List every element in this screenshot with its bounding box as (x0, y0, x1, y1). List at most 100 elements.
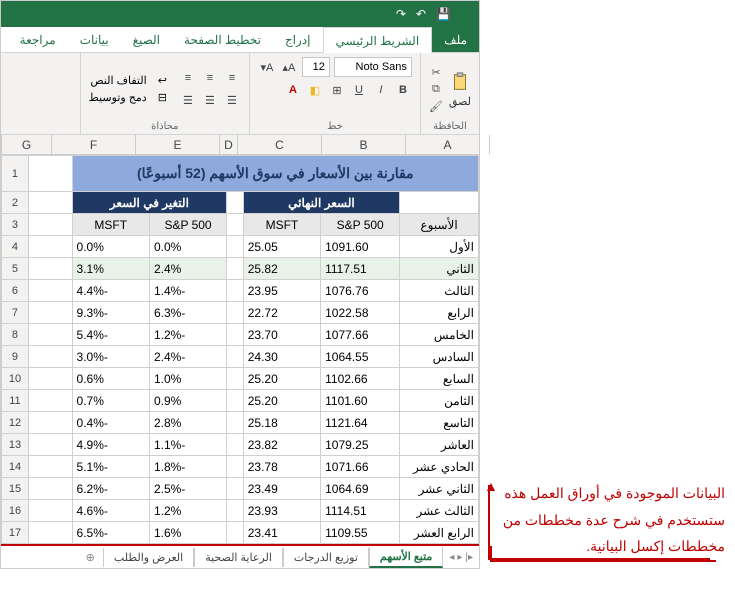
row-header[interactable]: 3 (2, 214, 29, 236)
cell[interactable]: 1117.51 (321, 258, 400, 280)
row-header[interactable]: 5 (2, 258, 29, 280)
col-header-E[interactable]: E (136, 135, 220, 154)
cell[interactable]: 24.30 (243, 346, 320, 368)
cell[interactable]: 23.41 (243, 522, 320, 544)
cell[interactable]: الخامس (400, 324, 479, 346)
cell[interactable]: 1064.55 (321, 346, 400, 368)
cell[interactable]: الثالث (400, 280, 479, 302)
tab-data[interactable]: بيانات (68, 27, 121, 52)
align-center-icon[interactable]: ☰ (201, 91, 219, 109)
cell[interactable]: 1077.66 (321, 324, 400, 346)
cell[interactable]: -1.2% (149, 324, 226, 346)
align-right-icon[interactable]: ☰ (223, 91, 241, 109)
cell[interactable]: 0.0% (72, 236, 149, 258)
cell[interactable]: S&P 500 (321, 214, 400, 236)
sheet-tab-grades[interactable]: توزيع الدرجات (283, 548, 369, 567)
cell[interactable]: السابع (400, 368, 479, 390)
cell[interactable]: الرابع العشر (400, 522, 479, 544)
cell[interactable]: 1071.66 (321, 456, 400, 478)
cell[interactable]: 25.05 (243, 236, 320, 258)
row-header[interactable]: 13 (2, 434, 29, 456)
fill-color-button[interactable]: ◧ (306, 81, 324, 99)
col-header-A[interactable]: A (406, 135, 490, 154)
cell[interactable]: 1079.25 (321, 434, 400, 456)
align-left-icon[interactable]: ☰ (179, 91, 197, 109)
row-header[interactable]: 8 (2, 324, 29, 346)
cell[interactable]: 0.9% (149, 390, 226, 412)
add-sheet-button[interactable]: ⊕ (78, 551, 103, 564)
cell[interactable]: 3.1% (72, 258, 149, 280)
cell[interactable]: 1121.64 (321, 412, 400, 434)
cell[interactable]: الثامن (400, 390, 479, 412)
cell[interactable]: -4.4% (72, 280, 149, 302)
row-header[interactable]: 16 (2, 500, 29, 522)
cell[interactable]: 1.6% (149, 522, 226, 544)
cell[interactable]: 23.82 (243, 434, 320, 456)
row-header[interactable]: 17 (2, 522, 29, 544)
cell[interactable]: -2.4% (149, 346, 226, 368)
cell[interactable]: -2.5% (149, 478, 226, 500)
cell[interactable]: -0.4% (72, 412, 149, 434)
row-header[interactable]: 15 (2, 478, 29, 500)
col-header-B[interactable]: B (322, 135, 406, 154)
copy-icon[interactable]: ⧉ (429, 82, 443, 96)
cell[interactable]: -6.5% (72, 522, 149, 544)
cell[interactable]: الأول (400, 236, 479, 258)
cell[interactable]: 1076.76 (321, 280, 400, 302)
italic-button[interactable]: I (372, 81, 390, 99)
cell[interactable]: -4.6% (72, 500, 149, 522)
cell[interactable]: 25.20 (243, 368, 320, 390)
tab-formulas[interactable]: الصيغ (121, 27, 172, 52)
cell[interactable]: 22.72 (243, 302, 320, 324)
cell[interactable]: 1102.66 (321, 368, 400, 390)
align-middle-icon[interactable]: ≡ (201, 69, 219, 87)
cell[interactable]: -1.8% (149, 456, 226, 478)
tab-file[interactable]: ملف (432, 27, 479, 52)
cell[interactable]: الأسبوع (400, 214, 479, 236)
cell[interactable]: الثاني (400, 258, 479, 280)
cell[interactable]: 25.82 (243, 258, 320, 280)
cell[interactable]: -6.3% (149, 302, 226, 324)
row-header[interactable]: 11 (2, 390, 29, 412)
paste-button[interactable]: لصق (449, 71, 471, 108)
cell[interactable]: 0.0% (149, 236, 226, 258)
cell[interactable]: -4.9% (72, 434, 149, 456)
wrap-text-button[interactable]: ↩ التفاف النص (89, 74, 167, 87)
cell[interactable]: 25.20 (243, 390, 320, 412)
row-header[interactable]: 12 (2, 412, 29, 434)
cell[interactable]: السادس (400, 346, 479, 368)
col-header-D[interactable]: D (220, 135, 238, 154)
font-size-select[interactable]: 12 (302, 57, 330, 77)
row-header[interactable]: 1 (2, 156, 29, 192)
sheet-tab-health[interactable]: الرعاية الصحية (194, 548, 283, 567)
cell[interactable]: الحادي عشر (400, 456, 479, 478)
format-painter-icon[interactable]: 🖌 (429, 99, 443, 113)
cell[interactable]: 1022.58 (321, 302, 400, 324)
cell[interactable]: 25.18 (243, 412, 320, 434)
cell[interactable]: -1.4% (149, 280, 226, 302)
cell[interactable]: -5.4% (72, 324, 149, 346)
title-cell[interactable]: مقارنة بين الأسعار في سوق الأسهم (52 أسب… (72, 156, 478, 192)
row-header[interactable]: 2 (2, 192, 29, 214)
align-bottom-icon[interactable]: ≡ (179, 69, 197, 87)
spreadsheet-grid[interactable]: G F E D C B A 1مقارنة بين الأسعار في سوق… (1, 135, 479, 544)
cell[interactable]: 1114.51 (321, 500, 400, 522)
row-header[interactable]: 10 (2, 368, 29, 390)
font-name-select[interactable]: Noto Sans (334, 57, 412, 77)
cell[interactable]: 1091.60 (321, 236, 400, 258)
merge-center-button[interactable]: ⊟ دمج وتوسيط (89, 91, 167, 104)
sheet-nav-next-icon[interactable]: ◂ (449, 552, 454, 563)
cell[interactable]: 1109.55 (321, 522, 400, 544)
tab-pagelayout[interactable]: تخطيط الصفحة (172, 27, 273, 52)
bold-button[interactable]: B (394, 81, 412, 99)
tab-view[interactable]: عرض (0, 27, 8, 52)
cell[interactable]: 23.78 (243, 456, 320, 478)
cell[interactable]: 1.0% (149, 368, 226, 390)
sheet-nav-prev-icon[interactable]: ▸ (457, 552, 462, 563)
undo-icon[interactable]: ↶ (416, 7, 426, 21)
tab-insert[interactable]: إدراج (273, 27, 323, 52)
redo-icon[interactable]: ↷ (396, 7, 406, 21)
cell[interactable]: 2.8% (149, 412, 226, 434)
cell[interactable]: الرابع (400, 302, 479, 324)
decrease-font-icon[interactable]: A▾ (258, 58, 276, 76)
